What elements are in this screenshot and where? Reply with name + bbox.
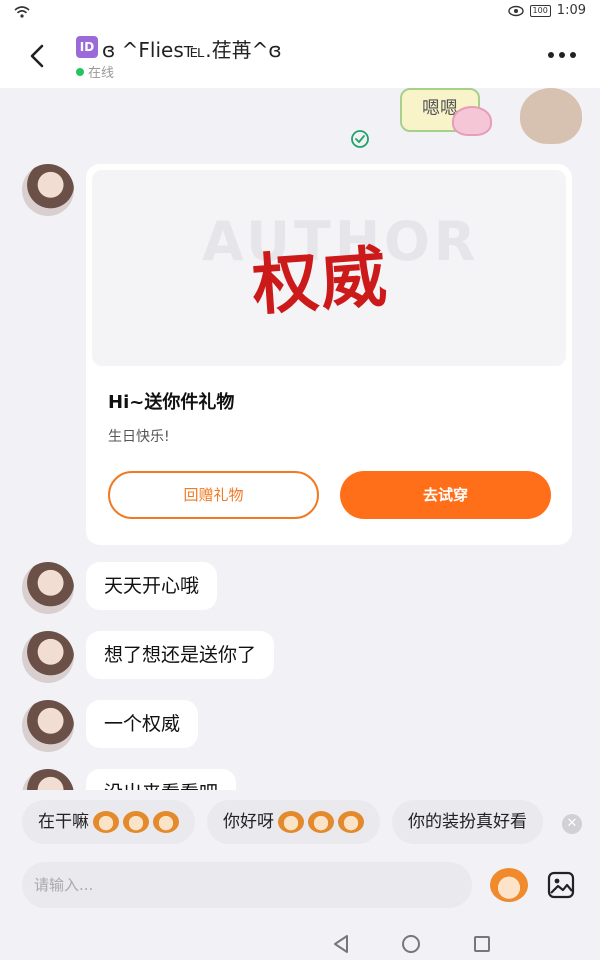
image-picker-icon[interactable] (546, 870, 576, 900)
system-nav-bar (0, 930, 600, 960)
monkey-emoji-icon (308, 811, 334, 833)
gift-card: AUTHOR 权威 Hi~送你件礼物 生日快乐! 回赠礼物 去试穿 (86, 164, 572, 545)
avatar[interactable] (22, 700, 74, 752)
read-check-icon (351, 130, 369, 148)
more-options-button[interactable] (548, 52, 576, 58)
gift-title: Hi~送你件礼物 (108, 392, 235, 413)
battery-indicator: 100 (529, 4, 551, 17)
back-arrow-icon[interactable] (22, 40, 54, 72)
quick-reply-chip[interactable]: 在干嘛 (22, 800, 195, 844)
emoji-button-icon[interactable] (490, 868, 528, 902)
message-bubble: 一个权威 (86, 700, 199, 748)
monkey-emoji-icon (93, 811, 119, 833)
message-bubble: 想了想还是送你了 (86, 631, 275, 679)
monkey-emoji-icon (123, 811, 149, 833)
eye-icon (507, 5, 524, 16)
cat-sticker-icon (520, 88, 582, 144)
gift-image[interactable]: AUTHOR 权威 (92, 170, 566, 366)
online-status: 在线 (88, 66, 115, 81)
chat-title: ɞ ^Flies℡.荏苒^ɞ (102, 38, 282, 62)
return-gift-button[interactable]: 回赠礼物 (108, 471, 319, 519)
monkey-emoji-icon (338, 811, 364, 833)
online-dot-icon (76, 68, 84, 76)
status-bar: 100 1:09 (0, 0, 600, 26)
try-on-button[interactable]: 去试穿 (340, 471, 551, 519)
avatar[interactable] (22, 631, 74, 683)
wifi-icon (14, 6, 30, 18)
nav-recent-apps-icon[interactable] (474, 936, 490, 952)
gift-subtitle: 生日快乐! (108, 429, 170, 445)
close-quick-replies-icon[interactable]: ✕ (562, 814, 582, 834)
message-bubble: 天天开心哦 (86, 562, 218, 610)
quick-reply-list[interactable]: 在干嘛 你好呀 你的装扮真好看 (22, 800, 552, 846)
nav-back-icon[interactable] (332, 934, 350, 954)
avatar[interactable] (22, 562, 74, 614)
message-input[interactable]: 请输入... (22, 862, 472, 908)
status-time: 1:09 (556, 3, 586, 18)
chat-header: ID ɞ ^Flies℡.荏苒^ɞ 在线 (0, 26, 600, 88)
monkey-emoji-icon (278, 811, 304, 833)
avatar[interactable] (22, 164, 74, 216)
quick-reply-chip[interactable]: 你好呀 (207, 800, 380, 844)
nav-home-icon[interactable] (402, 935, 420, 953)
monkey-emoji-icon (153, 811, 179, 833)
quick-reply-label: 在干嘛 (38, 812, 89, 832)
quick-reply-label: 你好呀 (223, 812, 274, 832)
gift-image-title: 权威 (249, 237, 391, 325)
quick-reply-chip[interactable]: 你的装扮真好看 (392, 800, 543, 844)
sent-sticker[interactable]: 嗯嗯 (392, 88, 582, 144)
id-badge: ID (76, 36, 98, 58)
quick-reply-label: 你的装扮真好看 (408, 812, 527, 832)
pig-sticker-icon (452, 106, 492, 136)
